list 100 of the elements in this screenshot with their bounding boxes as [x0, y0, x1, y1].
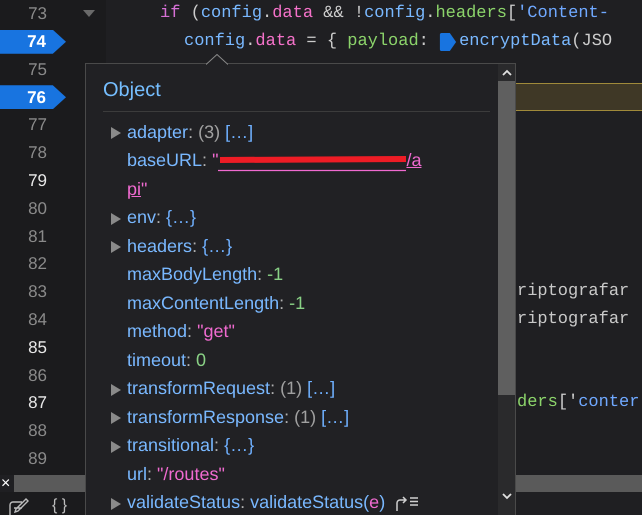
property-key: transformResponse — [127, 404, 284, 431]
code-token: if — [160, 3, 180, 26]
code-token: encryptData — [459, 30, 572, 53]
property-key: baseURL — [127, 147, 202, 174]
property-key: adapter — [127, 118, 188, 146]
fold-icon[interactable] — [83, 10, 95, 18]
line-number: 83 — [27, 281, 47, 304]
expand-arrow-icon[interactable] — [111, 384, 121, 396]
code-token: : — [418, 30, 430, 53]
code-token: . — [425, 3, 436, 26]
key-separator: : — [214, 434, 220, 458]
scroll-down-icon[interactable] — [502, 493, 512, 500]
key-separator: : — [192, 234, 198, 258]
breakpoint-marker[interactable]: 76 — [0, 85, 66, 110]
line-number: 88 — [27, 420, 47, 442]
property-value: […] — [225, 120, 254, 144]
key-separator: : — [240, 491, 246, 514]
key-separator: : — [186, 348, 192, 372]
property-value: /a — [406, 149, 422, 172]
code-token: ders — [517, 392, 558, 414]
breakpoint-marker-icon[interactable] — [439, 32, 458, 52]
key-separator: : — [284, 406, 290, 429]
property-value: […] — [321, 406, 350, 429]
code-token: 'Content- — [517, 3, 609, 26]
line-number: 78 — [27, 142, 47, 164]
property-value: validateStatus(e) — [250, 491, 386, 514]
property-key: maxBodyLength — [127, 261, 258, 288]
code-token: ( — [190, 3, 201, 26]
property-key: timeout — [127, 346, 186, 374]
code-token: riptografar — [517, 281, 630, 304]
line-number: 81 — [27, 226, 47, 248]
line-number: 75 — [27, 58, 47, 81]
code-token: (JSO — [571, 30, 612, 53]
key-separator: : — [202, 149, 208, 172]
code-token: && ! — [322, 3, 364, 26]
property-key: transformRequest — [127, 375, 270, 402]
code-token: conter — [578, 392, 640, 414]
property-value: "/routes" — [157, 462, 225, 486]
property-value: {…} — [224, 434, 254, 458]
property-key: validateStatus — [127, 489, 240, 515]
code-token: . — [245, 30, 256, 53]
property-key: headers — [127, 232, 192, 260]
item-count: (1) — [280, 377, 302, 400]
go-to-definition-icon[interactable] — [395, 494, 420, 511]
scroll-up-icon[interactable] — [502, 69, 512, 76]
line-number: 87 — [27, 392, 47, 414]
expand-arrow-icon[interactable] — [111, 498, 121, 510]
key-separator: : — [147, 462, 152, 486]
line-number: 73 — [27, 3, 47, 26]
breakpoint-marker[interactable]: 74 — [0, 30, 66, 54]
code-token: headers — [435, 3, 507, 26]
line-number: 77 — [27, 114, 47, 136]
line-number: 85 — [27, 336, 47, 359]
property-key: method — [127, 318, 188, 346]
code-token: config — [184, 30, 246, 53]
property-value: "get" — [197, 320, 235, 344]
expand-arrow-icon[interactable] — [111, 440, 121, 452]
close-icon[interactable]: × — [0, 475, 14, 492]
line-number: 82 — [27, 253, 47, 276]
item-count: (3) — [198, 120, 220, 144]
property-value: pi" — [127, 178, 148, 201]
key-separator: : — [257, 263, 262, 286]
popup-title: Object — [103, 78, 162, 103]
property-value: -1 — [289, 292, 306, 315]
property-value: […] — [307, 377, 336, 400]
expand-arrow-icon[interactable] — [111, 412, 121, 424]
key-separator: : — [279, 292, 284, 315]
line-number: 80 — [27, 198, 47, 220]
code-token: [' — [558, 392, 578, 414]
line-number: 89 — [27, 448, 47, 470]
code-token: config — [364, 3, 426, 26]
scrollbar-thumb[interactable] — [498, 81, 515, 395]
code-token: config — [200, 3, 262, 26]
code-token: data — [272, 3, 314, 26]
code-token: data — [255, 30, 296, 53]
property-key: transitional — [127, 432, 214, 460]
property-value: {…} — [202, 234, 232, 258]
key-separator: : — [188, 120, 194, 144]
code-token: . — [262, 3, 272, 26]
line-number: 79 — [27, 170, 47, 192]
expand-arrow-icon[interactable] — [111, 241, 121, 253]
property-value: 0 — [196, 348, 206, 372]
key-separator: : — [187, 320, 192, 344]
expand-arrow-icon[interactable] — [111, 212, 121, 224]
key-separator: : — [270, 377, 276, 400]
code-token: = { — [305, 30, 338, 53]
property-key: maxContentLength — [127, 290, 280, 317]
line-number: 86 — [27, 364, 47, 386]
property-value: {…} — [166, 206, 196, 230]
line-number: 84 — [27, 308, 47, 331]
vertical-scrollbar[interactable] — [498, 64, 515, 515]
expand-arrow-icon[interactable] — [111, 127, 121, 139]
braces-button[interactable]: { } — [52, 497, 68, 515]
property-key: url — [127, 460, 148, 488]
code-token: [ — [506, 3, 518, 26]
property-value: -1 — [267, 263, 284, 286]
code-token: payload — [347, 30, 419, 53]
item-count: (1) — [294, 406, 316, 429]
code-token: riptografar — [517, 308, 630, 331]
property-value: " — [212, 149, 218, 172]
